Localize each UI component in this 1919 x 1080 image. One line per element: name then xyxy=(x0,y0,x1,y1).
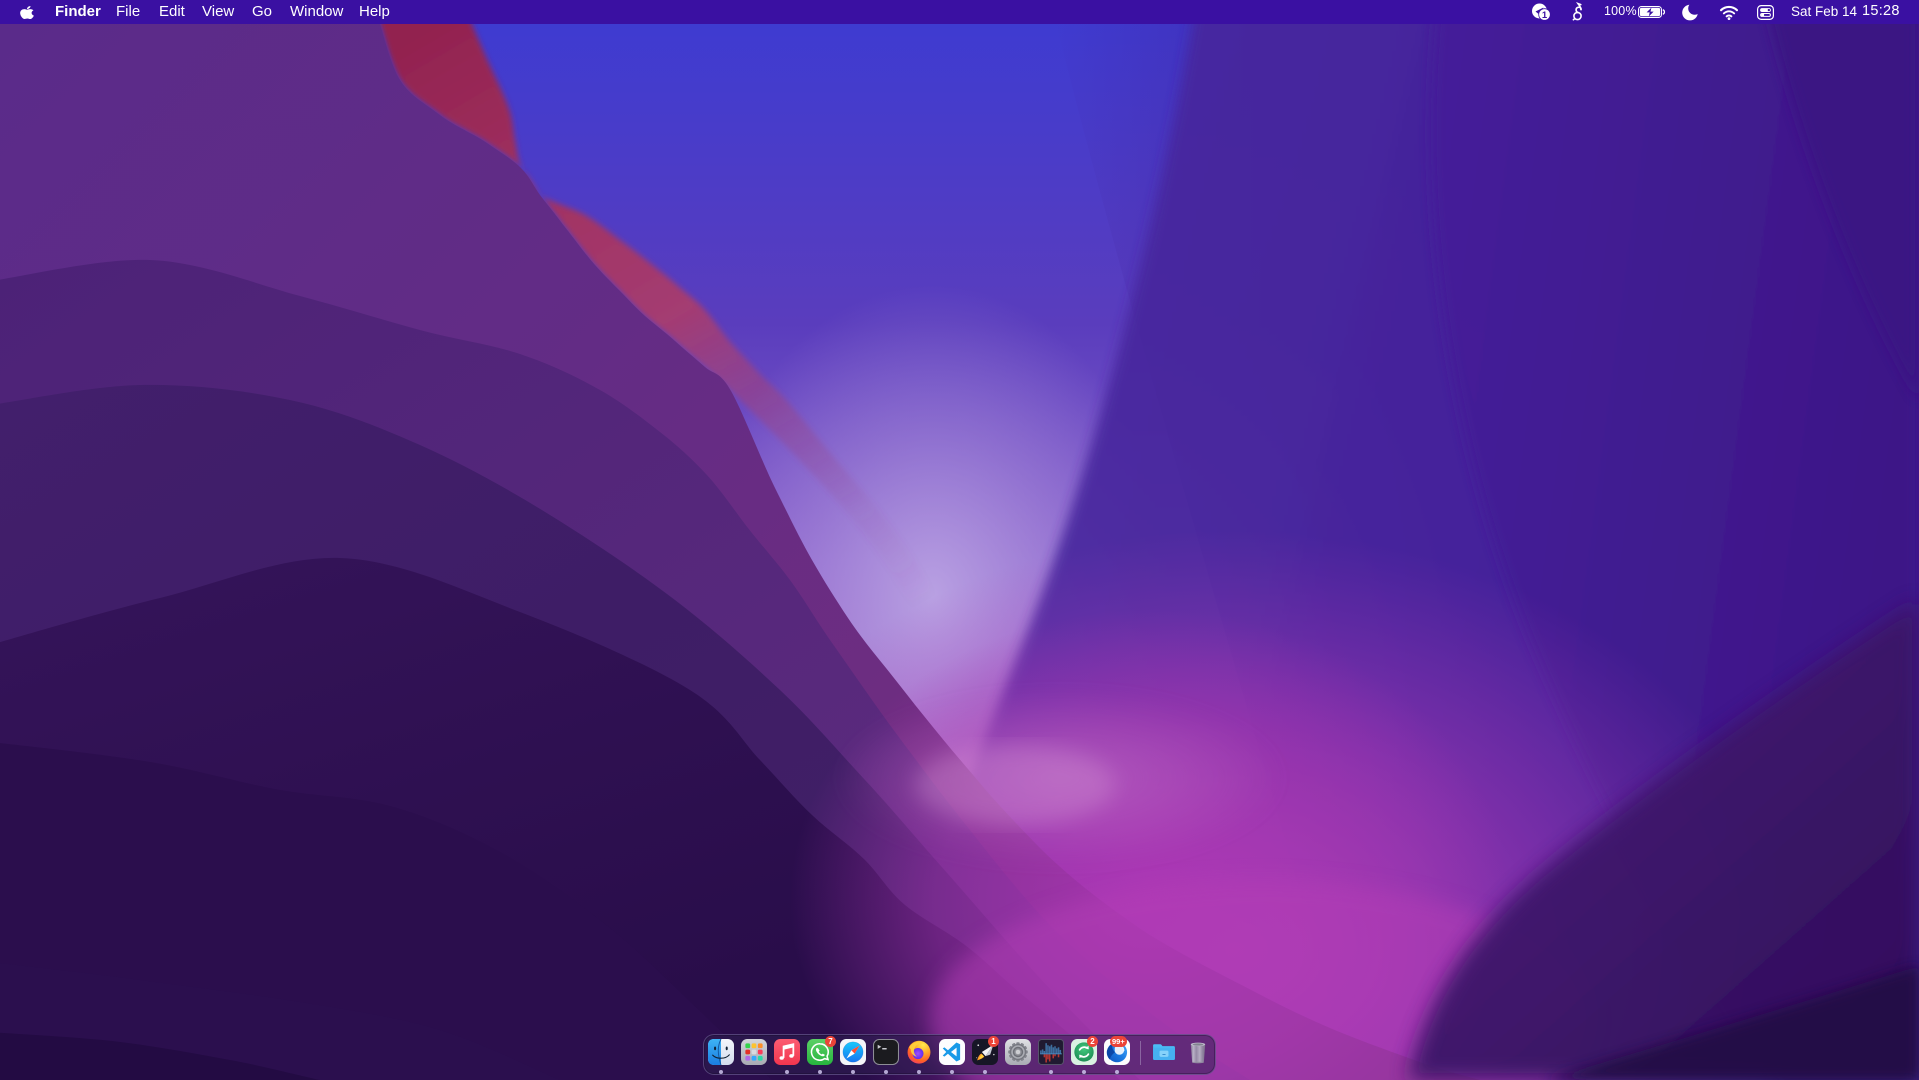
svg-text:1: 1 xyxy=(1542,10,1548,21)
